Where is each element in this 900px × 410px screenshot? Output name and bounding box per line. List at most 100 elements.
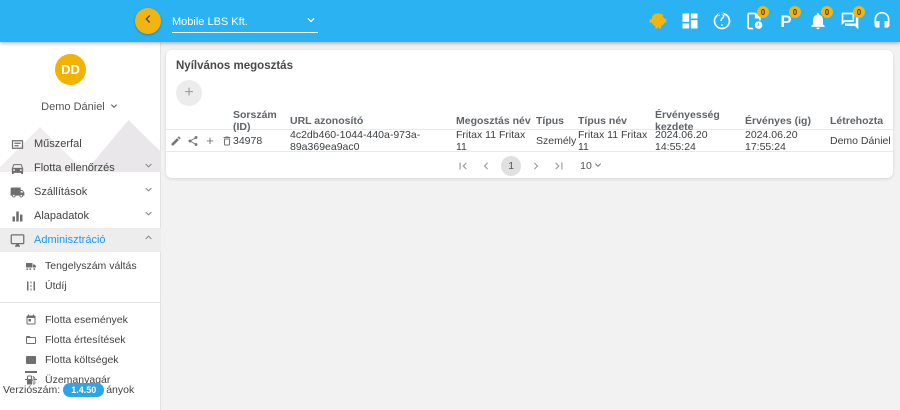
- obscured-menu-item-icon: [25, 371, 37, 380]
- calendar-icon: [24, 314, 37, 327]
- add-button[interactable]: +: [176, 80, 202, 106]
- bar-chart-icon: [9, 208, 25, 224]
- car-icon: [9, 160, 25, 176]
- calendar-alert-icon: [24, 334, 37, 347]
- column-header: Létrehozta: [830, 115, 893, 127]
- sidebar: DD Demo Dániel Műszerfal Flotta ellenőrz…: [0, 42, 161, 410]
- sidebar-item-fleet-events[interactable]: Flotta események: [0, 310, 161, 330]
- dashboard-grid-icon[interactable]: [678, 9, 702, 33]
- sidebar-item-fleet-notifications[interactable]: Flotta értesítések: [0, 330, 161, 350]
- road-icon: [24, 280, 37, 293]
- messages-icon[interactable]: 0: [838, 9, 862, 33]
- sidebar-item-fleet-costs[interactable]: Flotta költségek: [0, 350, 161, 370]
- cell-id: 34978: [233, 135, 290, 147]
- company-selector-value: Mobile LBS Kft.: [172, 16, 248, 28]
- pagination: 1 10: [166, 156, 893, 176]
- page-size-value: 10: [580, 160, 592, 172]
- sidebar-item-axle-change[interactable]: Tengelyszám váltás: [0, 256, 161, 276]
- sidebar-item-shipments[interactable]: Szállítások: [0, 180, 161, 204]
- page-size-select[interactable]: 10: [580, 159, 604, 174]
- badge-count: 0: [757, 6, 769, 18]
- cell-url: 4c2db460-1044-440a-973a-89a369ea9ac0: [290, 129, 456, 153]
- chevron-down-icon: [142, 159, 155, 177]
- trash-icon[interactable]: [221, 134, 233, 147]
- column-header: Sorszám (ID): [233, 109, 290, 133]
- sidebar-item-label: Flotta események: [45, 314, 155, 326]
- chevron-down-icon: [108, 101, 120, 113]
- column-header: Típus: [536, 115, 578, 127]
- table-header-row: Sorszám (ID) URL azonosító Megosztás név…: [166, 112, 893, 130]
- public-share-card: Nyílvános megosztás + Sorszám (ID) URL a…: [166, 50, 893, 178]
- sidebar-item-label: Tengelyszám váltás: [45, 260, 155, 272]
- truck-icon: [9, 184, 25, 200]
- obscured-menu-item-label[interactable]: ányok: [106, 384, 134, 396]
- column-header: URL azonosító: [290, 115, 456, 127]
- user-menu[interactable]: Demo Dániel: [0, 100, 161, 113]
- axle-truck-icon: [24, 260, 37, 273]
- cell-created-by: Demo Dániel: [830, 135, 893, 147]
- bell-icon[interactable]: 0: [806, 9, 830, 33]
- sidebar-item-label: Szállítások: [34, 186, 142, 198]
- sidebar-item-label: Adminisztráció: [34, 234, 142, 246]
- topbar: Mobile LBS Kft. 0 P 0 0 0: [0, 0, 900, 42]
- monitor-icon: [9, 232, 25, 248]
- version-badge: 1.4.50: [63, 383, 104, 397]
- shares-table: Sorszám (ID) URL azonosító Megosztás név…: [166, 112, 893, 152]
- sidebar-item-label: Műszerfal: [34, 138, 155, 150]
- user-name: Demo Dániel: [41, 101, 105, 113]
- cell-share-name: Fritax 11 Fritax 11: [456, 129, 536, 153]
- administration-submenu: Tengelyszám váltás Útdíj Flotta eseménye…: [0, 256, 161, 390]
- row-actions: +: [170, 134, 233, 147]
- page-title: Nyílvános megosztás: [176, 60, 293, 72]
- version-row: Verziószám: 1.4.50 ányok: [3, 381, 161, 399]
- sidebar-item-label: Alapadatok: [34, 210, 142, 222]
- first-page-icon[interactable]: [455, 158, 471, 174]
- table-row: + 34978 4c2db460-1044-440a-973a-89a369ea…: [166, 130, 893, 152]
- help-icon[interactable]: [710, 9, 734, 33]
- chevron-left-icon: [140, 11, 156, 32]
- dashboard-list-icon: [9, 136, 25, 152]
- plus-icon[interactable]: +: [204, 134, 216, 147]
- badge-count: 0: [821, 6, 833, 18]
- sidebar-item-toll[interactable]: Útdíj: [0, 276, 161, 296]
- cell-valid-from: 2024.06.20 14:55:24: [655, 129, 745, 153]
- column-header: Típus név: [578, 115, 655, 127]
- sidebar-item-fleet-check[interactable]: Flotta ellenőrzés: [0, 156, 161, 180]
- cell-valid-to: 2024.06.20 17:55:24: [745, 129, 830, 153]
- chevron-down-icon: [304, 13, 318, 30]
- prev-page-icon[interactable]: [478, 158, 494, 174]
- sidebar-item-dashboard[interactable]: Műszerfal: [0, 132, 161, 156]
- badge-count: 0: [789, 6, 801, 18]
- menu-divider: [0, 302, 161, 303]
- company-selector[interactable]: Mobile LBS Kft.: [172, 11, 318, 33]
- avatar[interactable]: DD: [55, 54, 86, 85]
- piggy-bank-icon[interactable]: [646, 9, 670, 33]
- chevron-down-icon: [142, 207, 155, 225]
- column-header: Érvényes (ig): [745, 115, 830, 127]
- chevron-down-icon: [592, 159, 604, 174]
- next-page-icon[interactable]: [528, 158, 544, 174]
- sidebar-item-label: Flotta értesítések: [45, 334, 155, 346]
- chevron-down-icon: [142, 183, 155, 201]
- edit-icon[interactable]: [170, 134, 182, 147]
- sidebar-menu: Műszerfal Flotta ellenőrzés Szállítások: [0, 132, 161, 390]
- column-header: Megosztás név: [456, 115, 536, 127]
- topbar-icons: 0 P 0 0 0: [646, 0, 894, 42]
- share-icon[interactable]: [187, 134, 199, 147]
- sidebar-item-label: Flotta ellenőrzés: [34, 162, 142, 174]
- current-page[interactable]: 1: [501, 156, 521, 176]
- sidebar-item-administration[interactable]: Adminisztráció: [0, 228, 161, 252]
- cell-type-name: Fritax 11 Fritax 11: [578, 129, 655, 153]
- back-button[interactable]: [135, 8, 161, 34]
- sidebar-item-base-data[interactable]: Alapadatok: [0, 204, 161, 228]
- sidebar-item-label: Útdíj: [45, 280, 155, 292]
- cell-type: Személy: [536, 135, 578, 147]
- document-history-icon[interactable]: 0: [742, 9, 766, 33]
- money-icon: [24, 354, 37, 367]
- headset-icon[interactable]: [870, 9, 894, 33]
- parking-icon[interactable]: P 0: [774, 9, 798, 33]
- sidebar-item-label: Flotta költségek: [45, 354, 155, 366]
- last-page-icon[interactable]: [551, 158, 567, 174]
- chevron-up-icon: [142, 231, 155, 249]
- version-label: Verziószám:: [3, 384, 60, 396]
